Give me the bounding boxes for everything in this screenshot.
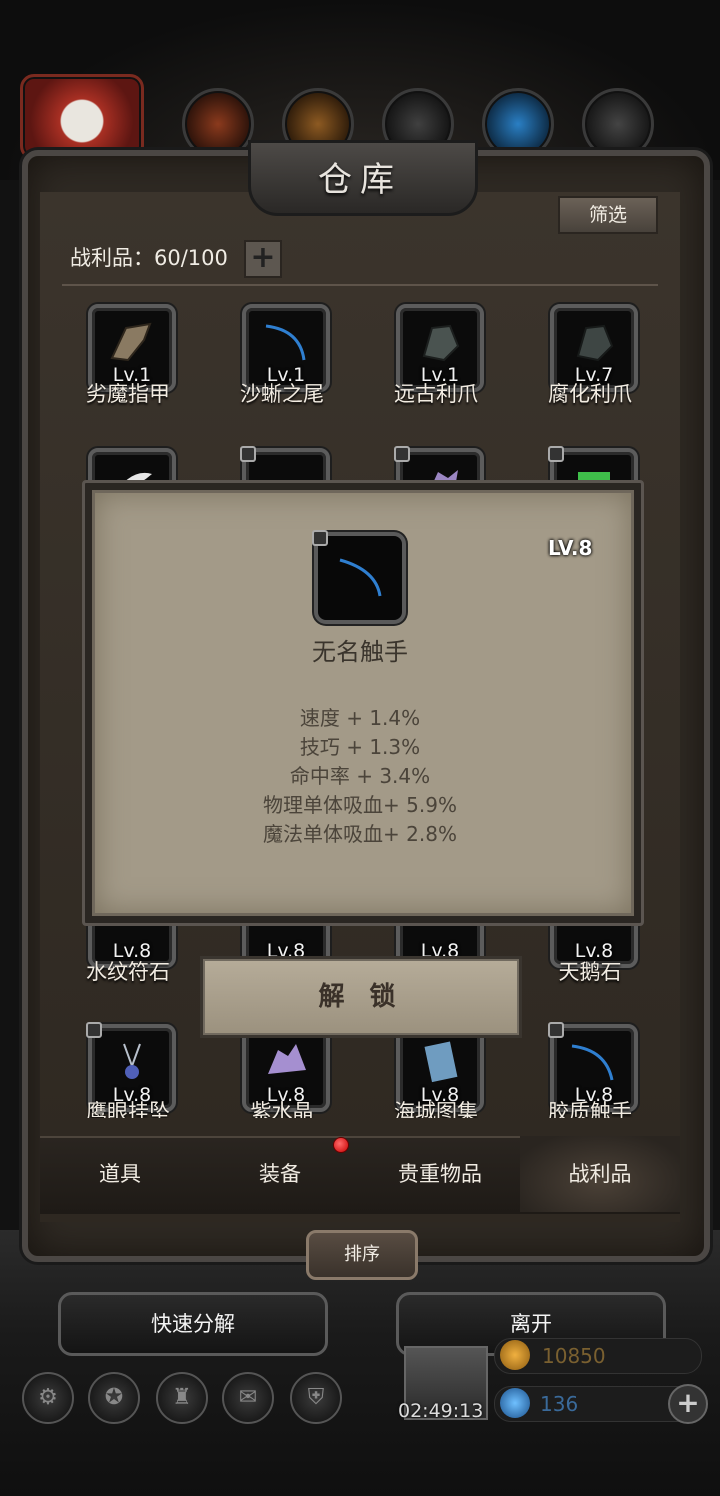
- item-name: 胶质触手: [548, 1100, 632, 1118]
- item-name: 腐化利爪: [548, 382, 632, 406]
- mail-icon[interactable]: ✉: [222, 1372, 274, 1424]
- gem-icon: [500, 1388, 530, 1418]
- tentacle-icon: [571, 1044, 614, 1081]
- pendant-icon: [123, 1043, 141, 1079]
- popup-item-name: 无名触手: [312, 638, 408, 666]
- tab-items[interactable]: 道具: [40, 1136, 200, 1212]
- hero-portrait-horse[interactable]: [20, 74, 144, 160]
- book-icon: [424, 1041, 458, 1083]
- tab-loot[interactable]: 战利品: [520, 1136, 680, 1212]
- claw-icon: [576, 324, 614, 362]
- star-icon[interactable]: ✪: [88, 1372, 140, 1424]
- claw-icon: [110, 322, 152, 362]
- popup-item-level: LV.8: [548, 536, 593, 560]
- stat-line: 物理单体吸血+ 5.9%: [263, 793, 457, 817]
- lock-icon: [312, 530, 328, 546]
- lock-icon: [548, 446, 564, 462]
- item-name: 天鹅石: [558, 960, 622, 984]
- divider: [62, 284, 658, 286]
- notification-badge: [333, 1137, 349, 1153]
- item-name: 紫水晶: [250, 1100, 314, 1118]
- item-name: 海城图集: [394, 1100, 478, 1118]
- gem-amount: 136: [540, 1392, 579, 1416]
- lock-icon: [86, 1022, 102, 1038]
- tab-valuables[interactable]: 贵重物品: [360, 1136, 520, 1212]
- amethyst-icon: [268, 1044, 306, 1074]
- claw-icon: [422, 324, 460, 362]
- chest-timer: 02:49:13: [398, 1400, 484, 1422]
- popup-item-slot: [312, 530, 406, 624]
- item-name: 远古利爪: [394, 382, 478, 406]
- stat-line: 魔法单体吸血+ 2.8%: [263, 822, 457, 846]
- inventory-count: 战利品：60/100: [70, 246, 228, 270]
- lock-icon: [548, 1022, 564, 1038]
- filter-button[interactable]: 筛选: [558, 196, 658, 234]
- item-name: 沙蜥之尾: [240, 382, 324, 406]
- item-name: 鹰眼挂坠: [86, 1100, 170, 1118]
- tower-icon[interactable]: ♜: [156, 1372, 208, 1424]
- item-name: 水纹符石: [86, 960, 170, 984]
- gear-icon[interactable]: ⚙: [22, 1372, 74, 1424]
- tail-icon: [265, 324, 306, 361]
- tentacle-icon: [339, 558, 382, 597]
- gold-coin-icon: [500, 1340, 530, 1370]
- unlock-button[interactable]: 解 锁: [200, 956, 522, 1038]
- page-title: 仓库: [318, 160, 402, 200]
- stat-line: 技巧 + 1.3%: [299, 735, 421, 759]
- shield-icon[interactable]: ⛨: [290, 1372, 342, 1424]
- stat-line: 速度 + 1.4%: [299, 706, 421, 730]
- item-name: 劣魔指甲: [86, 382, 170, 406]
- popup-stats: 速度 + 1.4% 技巧 + 1.3% 命中率 + 3.4% 物理单体吸血+ 5…: [92, 704, 628, 849]
- lock-icon: [240, 446, 256, 462]
- add-gems-button[interactable]: +: [668, 1384, 708, 1424]
- stat-line: 命中率 + 3.4%: [289, 764, 431, 788]
- lock-icon: [394, 446, 410, 462]
- sort-button[interactable]: 排序: [306, 1230, 418, 1280]
- quick-decompose-button[interactable]: 快速分解: [58, 1292, 328, 1356]
- gold-amount: 10850: [542, 1344, 606, 1368]
- expand-inventory-button[interactable]: +: [244, 240, 282, 278]
